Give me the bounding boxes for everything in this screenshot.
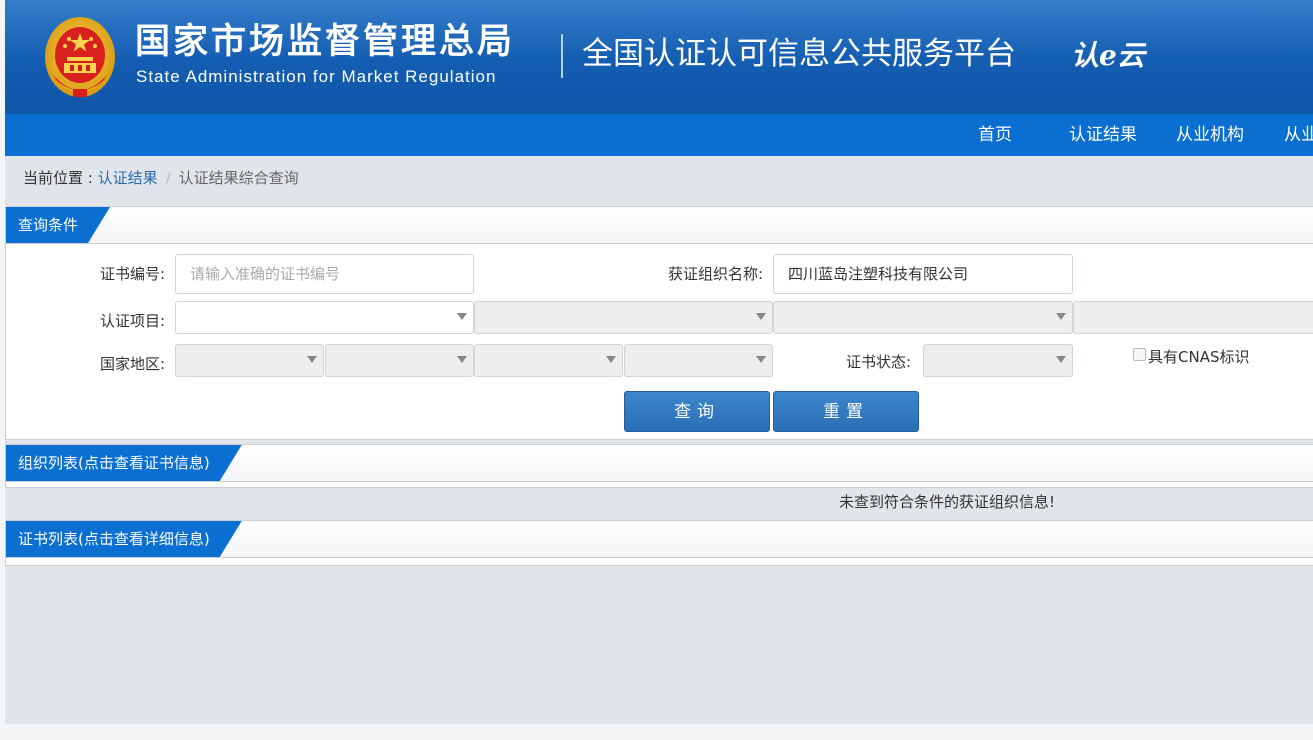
cert-item-select-4[interactable] [1073,301,1313,334]
nav-item-home[interactable]: 首页 [978,114,1012,156]
org-name-label: 获证组织名称: [667,265,763,283]
chevron-down-icon [457,313,467,320]
org-list-title: 组织列表(点击查看证书信息) [6,445,242,481]
cert-item-select-1[interactable] [175,301,474,334]
org-name-input[interactable]: 四川蓝岛注塑科技有限公司 [773,254,1073,294]
chevron-down-icon [307,356,317,363]
page: 国家市场监督管理总局 State Administration for Mark… [5,0,1313,724]
cert-item-select-2[interactable] [474,301,773,334]
platform-title: 全国认证认可信息公共服务平台 [582,36,1016,72]
region-select-2[interactable] [325,344,474,377]
search-button[interactable]: 查询 [624,391,770,432]
breadcrumb-label: 当前位置 : [23,169,98,187]
region-label: 国家地区: [99,355,165,373]
cert-list-title: 证书列表(点击查看详细信息) [6,521,242,557]
cnas-checkbox[interactable] [1133,348,1146,361]
header-divider [561,34,563,78]
breadcrumb: 当前位置 : 认证结果 / 认证结果综合查询 [23,166,299,190]
cert-item-label: 认证项目: [99,312,165,330]
query-panel-header: 查询条件 [6,207,1313,244]
agency-title-cn: 国家市场监督管理总局 [135,22,516,62]
platform-logo: 认e云 [1071,39,1145,72]
chevron-down-icon [606,356,616,363]
region-select-4[interactable] [624,344,773,377]
org-list-header: 组织列表(点击查看证书信息) [6,445,1313,482]
chevron-down-icon [756,356,766,363]
breadcrumb-current: 认证结果综合查询 [178,169,299,187]
cnas-label: 具有CNAS标识 [1148,348,1250,366]
cert-list-panel: 证书列表(点击查看详细信息) [5,520,1313,566]
org-list-panel: 组织列表(点击查看证书信息) [5,444,1313,488]
cert-no-label: 证书编号: [99,265,165,283]
org-empty-message: 未查到符合条件的获证组织信息! [839,493,1056,511]
chevron-down-icon [457,356,467,363]
query-panel-title: 查询条件 [6,207,110,243]
nav-item-institutions[interactable]: 从业机构 [1176,114,1244,156]
site-header: 国家市场监督管理总局 State Administration for Mark… [5,0,1313,114]
chevron-down-icon [756,313,766,320]
agency-title-en: State Administration for Market Regulati… [136,67,497,86]
national-emblem-icon [45,17,115,97]
chevron-down-icon [1056,313,1066,320]
breadcrumb-link-cert-results[interactable]: 认证结果 [98,169,158,187]
reset-button[interactable]: 重置 [773,391,919,432]
nav-item-cert-results[interactable]: 认证结果 [1069,114,1137,156]
cert-no-input[interactable]: 请输入准确的证书编号 [175,254,474,294]
cert-item-select-3[interactable] [773,301,1073,334]
cert-status-select[interactable] [923,344,1073,377]
region-select-3[interactable] [474,344,623,377]
region-select-1[interactable] [175,344,324,377]
chevron-down-icon [1056,356,1066,363]
breadcrumb-separator: / [165,169,171,187]
nav-item-practitioners[interactable]: 从业 [1284,114,1313,156]
main-nav: 首页 认证结果 从业机构 从业 [5,114,1313,156]
cnas-option: 具有CNAS标识 [1133,347,1249,367]
cert-status-label: 证书状态: [845,353,911,371]
cert-list-header: 证书列表(点击查看详细信息) [6,521,1313,558]
